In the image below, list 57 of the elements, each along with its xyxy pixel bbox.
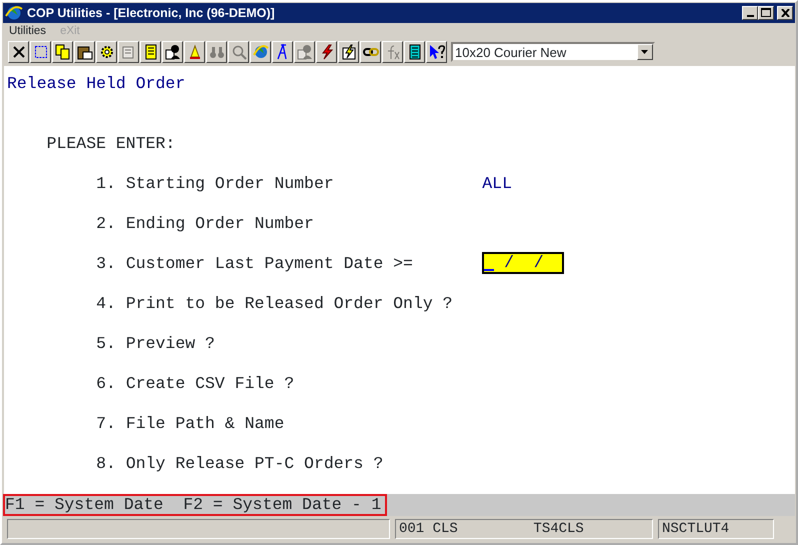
toolbar-button[interactable] <box>338 41 359 64</box>
selection-icon <box>32 44 48 60</box>
copy-icon <box>54 44 70 60</box>
clipboard-icon <box>76 44 92 60</box>
toolbar-button[interactable] <box>8 41 29 64</box>
prompt-text: PLEASE ENTER: <box>46 134 176 154</box>
minimize-button[interactable] <box>742 6 758 20</box>
close-icon <box>780 8 790 17</box>
field-value: ALL <box>482 174 512 194</box>
close-icon <box>10 44 26 60</box>
key-hint: F1 = System Date F2 = System Date - 1 <box>3 494 388 516</box>
field-label: 7. File Path & Name <box>96 414 284 434</box>
font-dropdown[interactable]: 10x20 Courier New <box>451 42 655 62</box>
toolbar-button[interactable] <box>316 41 337 64</box>
field-label: 4. Print to be Released Order Only ? <box>96 294 453 314</box>
toolbar-button[interactable] <box>404 41 425 64</box>
field-label: 8. Only Release PT-C Orders ? <box>96 454 384 474</box>
field-label: 2. Ending Order Number <box>96 214 314 234</box>
person-icon <box>296 44 312 60</box>
toolbar-button[interactable] <box>162 41 183 64</box>
toolbar-button[interactable] <box>96 41 117 64</box>
window-title: COP Utilities - [Electronic, Inc (96-DEMO)] <box>27 4 275 22</box>
toolbar-button[interactable] <box>140 41 161 64</box>
screen-title: Release Held Order <box>7 74 186 94</box>
list-icon <box>406 44 422 60</box>
toolbar-button[interactable] <box>52 41 73 64</box>
toolbar-button[interactable] <box>250 41 271 64</box>
minimize-icon <box>746 14 754 17</box>
help-pointer-icon <box>428 44 444 60</box>
globe-icon <box>5 4 23 21</box>
maximize-icon <box>761 8 771 18</box>
toolbar-button[interactable] <box>272 41 293 64</box>
maximize-button[interactable] <box>758 6 774 20</box>
toolbar-button[interactable] <box>426 41 447 64</box>
status-panel: NSCTLUT4 <box>658 519 774 540</box>
notepad-icon <box>142 44 158 60</box>
date-input-field[interactable]: / / <box>482 252 564 274</box>
field-label: 1. Starting Order Number <box>96 174 334 194</box>
search-icon <box>230 44 246 60</box>
document-icon <box>120 44 136 60</box>
close-button[interactable] <box>777 6 793 20</box>
status-text: TS4CLS <box>533 520 584 539</box>
field-label: 3. Customer Last Payment Date >= <box>96 254 413 274</box>
status-text: 001 CLS <box>399 520 458 539</box>
toolbar-button[interactable] <box>184 41 205 64</box>
globe-icon <box>252 44 268 60</box>
field-label: 6. Create CSV File ? <box>96 374 294 394</box>
lightning-document-icon <box>340 44 356 60</box>
gear-icon <box>98 44 114 60</box>
field-label: 5. Preview ? <box>96 334 215 354</box>
menu-item[interactable]: Utilities <box>9 23 46 40</box>
toolbar-button[interactable] <box>74 41 95 64</box>
person-icon <box>164 44 180 60</box>
toolbar-button[interactable] <box>360 41 381 64</box>
caret-icon <box>641 50 649 55</box>
toolbar-button[interactable] <box>30 41 51 64</box>
binoculars-icon <box>208 44 224 60</box>
